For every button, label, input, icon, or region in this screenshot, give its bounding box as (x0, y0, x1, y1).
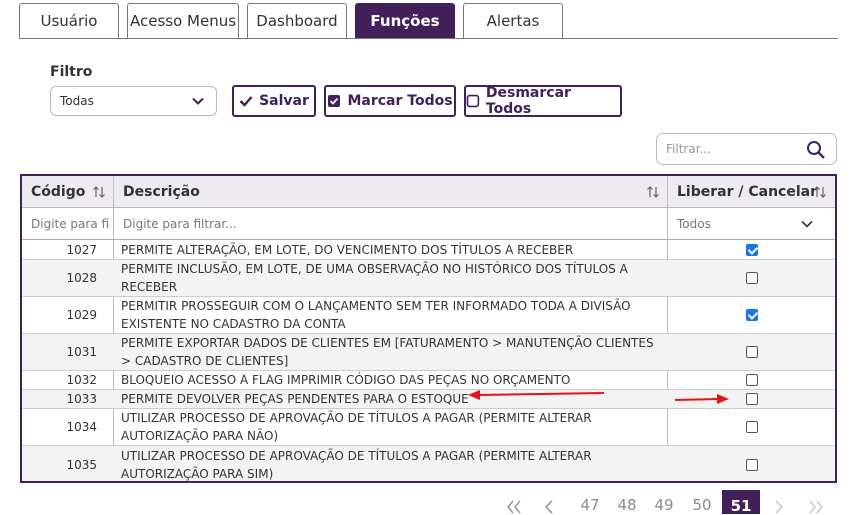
column-header-code[interactable]: Código (22, 176, 114, 208)
uncheck-all-button-label: Desmarcar Todos (485, 85, 571, 117)
row-code: 1029 (66, 308, 97, 322)
row-description: PERMITIR PROSSEGUIR COM O LANÇAMENTO SEM… (121, 299, 631, 331)
row-description: PERMITE EXPORTAR DADOS DE CLIENTES EM [F… (121, 336, 654, 368)
row-checkbox[interactable] (745, 272, 758, 284)
row-checkbox[interactable] (745, 421, 758, 433)
check-all-button-label: Marcar Todos (347, 93, 453, 109)
annotation-arrow-right-icon (674, 394, 729, 404)
functions-table: Código Descrição Liberar / Cancelar Digi… (20, 174, 837, 483)
row-description: PERMITE ALTERAÇÃO, EM LOTE, DO VENCIMENT… (121, 242, 574, 257)
row-checkbox[interactable] (745, 374, 758, 386)
table-header: Código Descrição Liberar / Cancelar (22, 176, 835, 208)
row-checkbox[interactable] (745, 458, 758, 471)
page-49[interactable]: 49 (648, 496, 680, 514)
chevron-down-icon (801, 220, 813, 228)
filter-row: Digite para fi Digite para filtrar... To… (22, 208, 835, 240)
row-description: PERMITE INCLUSÃO, EM LOTE, DE UMA OBSERV… (121, 262, 628, 294)
table-row[interactable]: 1027 PERMITE ALTERAÇÃO, EM LOTE, DO VENC… (22, 240, 835, 260)
row-checkbox[interactable] (745, 393, 758, 405)
checked-box-icon (328, 95, 341, 107)
page-47[interactable]: 47 (574, 496, 606, 514)
tab-dashboard[interactable]: Dashboard (247, 3, 347, 38)
chevron-right-icon[interactable] (774, 500, 784, 514)
empty-box-icon (466, 94, 480, 108)
table-row[interactable]: 1028 PERMITE INCLUSÃO, EM LOTE, DE UMA O… (22, 260, 835, 297)
check-icon (239, 96, 253, 107)
filter-select-value: Todas (60, 94, 94, 108)
toggle-filter-select[interactable]: Todos (668, 208, 835, 240)
chevron-down-icon (192, 97, 204, 105)
table-row[interactable]: 1034 UTILIZAR PROCESSO DE APROVAÇÃO DE T… (22, 409, 835, 446)
save-button-label: Salvar (259, 93, 309, 109)
sort-icon[interactable] (646, 185, 660, 199)
uncheck-all-button[interactable]: Desmarcar Todos (464, 85, 622, 117)
code-filter-input[interactable]: Digite para fi (22, 208, 114, 240)
filter-label: Filtro (50, 64, 93, 80)
column-header-toggle[interactable]: Liberar / Cancelar (668, 176, 835, 208)
filter-select[interactable]: Todas (50, 86, 217, 116)
column-header-description[interactable]: Descrição (114, 176, 668, 208)
column-header-toggle-label: Liberar / Cancelar (677, 184, 817, 200)
row-description: UTILIZAR PROCESSO DE APROVAÇÃO DE TÍTULO… (121, 411, 592, 443)
row-code: 1035 (66, 457, 97, 472)
table-row[interactable]: 1032 BLOQUEIO ACESSO A FLAG IMPRIMIR CÓD… (22, 371, 835, 390)
search-placeholder: Filtrar... (666, 142, 711, 156)
page-51-current[interactable]: 51 (722, 490, 760, 515)
double-chevron-left-icon[interactable] (506, 500, 522, 514)
toggle-filter-value: Todos (677, 217, 711, 231)
row-checkbox[interactable] (745, 243, 758, 256)
column-header-code-label: Código (31, 184, 86, 200)
page-48[interactable]: 48 (611, 496, 643, 514)
table-row[interactable]: 1031 PERMITE EXPORTAR DADOS DE CLIENTES … (22, 334, 835, 371)
search-icon[interactable] (806, 140, 826, 160)
check-all-button[interactable]: Marcar Todos (324, 85, 456, 117)
sort-icon[interactable] (92, 185, 106, 199)
annotation-arrow-left-icon (468, 390, 605, 400)
table-row[interactable]: 1035 UTILIZAR PROCESSO DE APROVAÇÃO DE T… (22, 446, 835, 481)
tab-funcoes[interactable]: Funções (355, 3, 455, 38)
row-code: 1027 (66, 242, 97, 257)
row-description: UTILIZAR PROCESSO DE APROVAÇÃO DE TÍTULO… (121, 448, 592, 481)
tab-usuario[interactable]: Usuário (19, 3, 119, 38)
tab-acesso-menus[interactable]: Acesso Menus (127, 3, 239, 38)
row-code: 1032 (66, 373, 97, 387)
row-code: 1028 (66, 271, 97, 285)
tab-bar: Usuário Acesso Menus Dashboard Funções A… (19, 3, 838, 39)
sort-icon[interactable] (813, 185, 827, 199)
description-filter-input[interactable]: Digite para filtrar... (114, 208, 668, 240)
table-row[interactable]: 1029 PERMITIR PROSSEGUIR COM O LANÇAMENT… (22, 297, 835, 334)
tab-alertas[interactable]: Alertas (463, 3, 563, 38)
column-header-description-label: Descrição (123, 184, 200, 200)
chevron-left-icon[interactable] (544, 500, 554, 514)
pagination: 47 48 49 50 51 (500, 490, 840, 515)
row-checkbox[interactable] (745, 309, 758, 321)
page-50[interactable]: 50 (686, 496, 718, 514)
row-description: BLOQUEIO ACESSO A FLAG IMPRIMIR CÓDIGO D… (121, 373, 571, 387)
double-chevron-right-icon[interactable] (808, 500, 824, 514)
row-code: 1034 (66, 420, 97, 434)
row-checkbox[interactable] (745, 346, 758, 358)
row-code: 1031 (66, 345, 97, 359)
row-code: 1033 (66, 392, 97, 406)
search-input[interactable]: Filtrar... (656, 133, 837, 165)
save-button[interactable]: Salvar (232, 85, 316, 117)
